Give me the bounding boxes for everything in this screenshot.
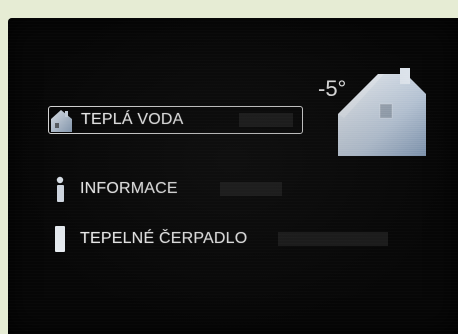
heat-pump-icon <box>48 226 74 252</box>
menu-item-tepla-voda[interactable]: TEPLÁ VODA <box>48 106 303 134</box>
menu-item-label: TEPLÁ VODA <box>81 111 184 128</box>
label-track <box>239 113 293 127</box>
menu-item-tepelne-cerpadlo[interactable]: TEPELNÉ ČERPADLO <box>48 226 388 252</box>
menu-item-informace[interactable]: INFORMACE <box>48 176 282 202</box>
display-screen: TEPLÁ VODA INFORMACE TEPELNÉ ČERPADLO -5… <box>8 18 458 334</box>
menu-item-label: INFORMACE <box>80 180 178 197</box>
house-icon <box>49 107 75 133</box>
label-track <box>220 182 282 196</box>
info-icon <box>48 176 74 202</box>
menu-item-label: TEPELNÉ ČERPADLO <box>80 230 248 247</box>
house-status-icon <box>334 66 430 158</box>
device-frame: TEPLÁ VODA INFORMACE TEPELNÉ ČERPADLO -5… <box>0 0 458 334</box>
label-track <box>278 232 388 246</box>
